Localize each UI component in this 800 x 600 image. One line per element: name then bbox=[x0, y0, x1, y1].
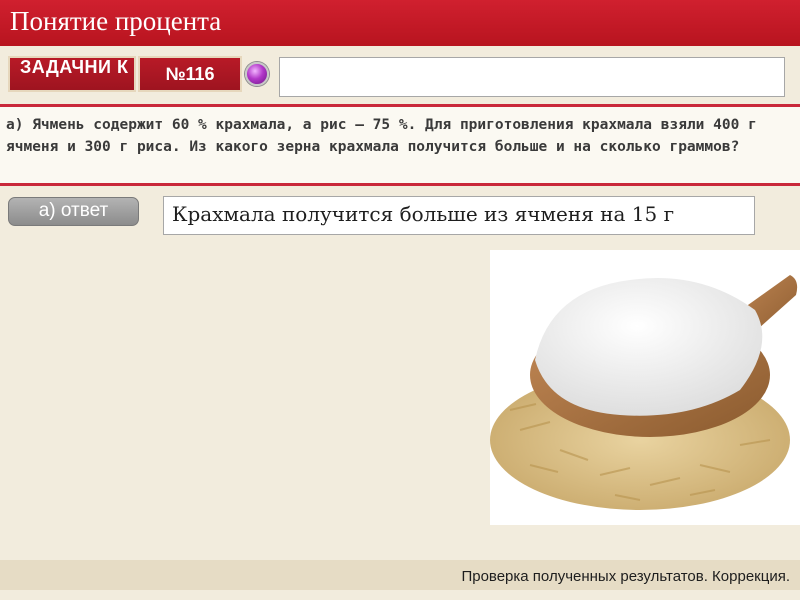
zadachnik-button[interactable]: ЗАДАЧНИ К bbox=[8, 56, 136, 92]
problem-panel: а) Ячмень содержит 60 % крахмала, а рис … bbox=[0, 104, 800, 186]
title-bar: Понятие процента bbox=[0, 0, 800, 46]
starch-powder bbox=[535, 278, 763, 416]
answer-a-button[interactable]: а) ответ bbox=[8, 197, 139, 226]
page-title: Понятие процента bbox=[10, 6, 222, 36]
answer-box: Крахмала получится больше из ячменя на 1… bbox=[163, 196, 755, 235]
purple-dot-icon[interactable] bbox=[245, 62, 269, 86]
footer-text: Проверка полученных результатов. Коррекц… bbox=[461, 568, 790, 585]
footer-bar: Проверка полученных результатов. Коррекц… bbox=[0, 560, 800, 590]
starch-rice-photo bbox=[490, 250, 800, 525]
task-number-button[interactable]: №116 bbox=[138, 56, 242, 92]
answer-text: Крахмала получится больше из ячменя на 1… bbox=[172, 202, 675, 226]
problem-text: а) Ячмень содержит 60 % крахмала, а рис … bbox=[6, 117, 757, 155]
empty-answer-field[interactable] bbox=[279, 57, 785, 97]
